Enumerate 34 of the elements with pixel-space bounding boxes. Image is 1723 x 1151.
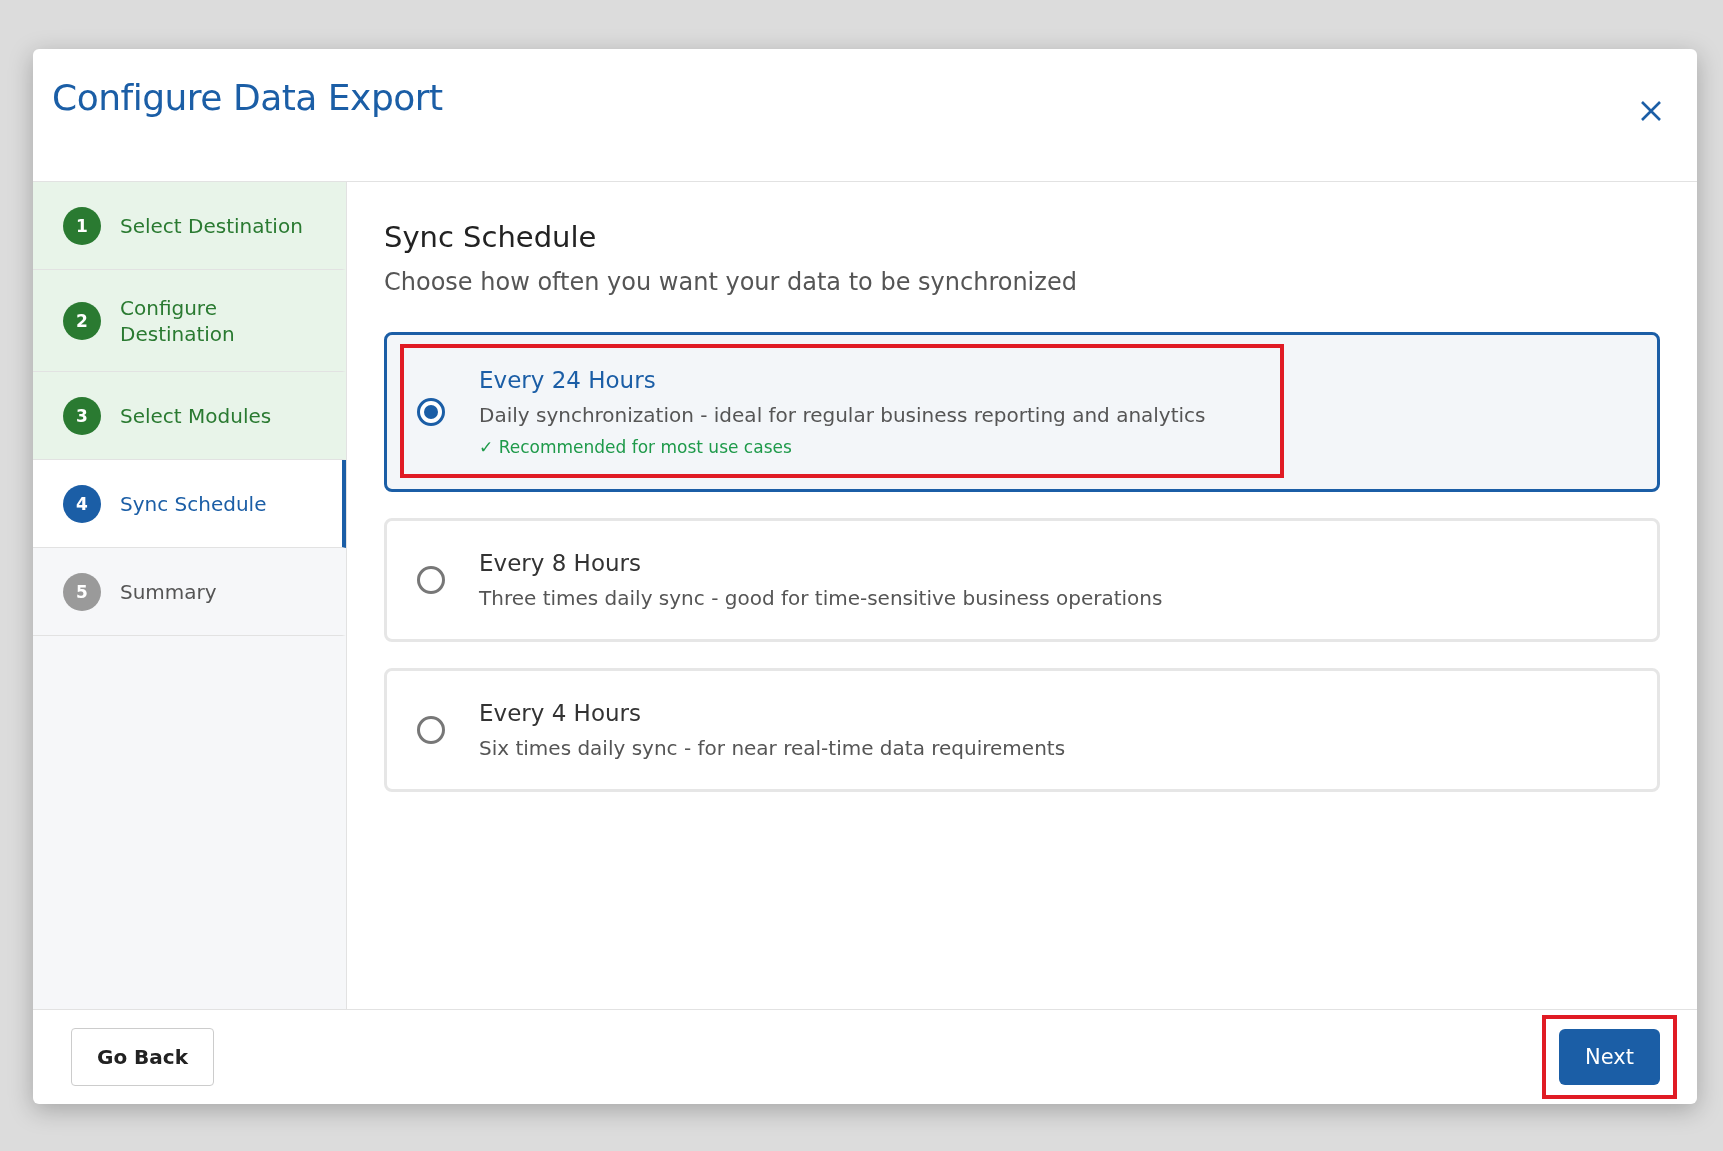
radio-button[interactable]: [417, 716, 445, 744]
radio-button[interactable]: [417, 398, 445, 426]
step-item[interactable]: 1 Select Destination: [33, 182, 346, 270]
option-note: ✓ Recommended for most use cases: [479, 437, 793, 457]
option-title: Every 24 Hours: [479, 367, 657, 393]
step-item[interactable]: 2 Configure Destination: [33, 270, 346, 372]
step-label: Summary: [120, 578, 217, 605]
next-button[interactable]: Next: [1559, 1029, 1660, 1085]
section-title: Sync Schedule: [384, 220, 598, 254]
step-number: 5: [63, 572, 101, 611]
schedule-option[interactable]: Every 8 Hours Three times daily sync - good for time-sensitive business operations: [384, 518, 1660, 642]
step-item[interactable]: 4 Sync Schedule: [33, 460, 346, 548]
step-item[interactable]: 3 Select Modules: [33, 372, 346, 460]
option-description: Three times daily sync - good for time-sensitive business operations: [479, 586, 1163, 610]
step-number: 4: [63, 484, 101, 523]
section-subtitle: Choose how often you want your data to be synchronized: [384, 268, 1078, 296]
go-back-button[interactable]: Go Back: [71, 1028, 214, 1086]
schedule-option[interactable]: Every 4 Hours Six times daily sync - for near real-time data requirements: [384, 668, 1660, 792]
dialog-title: Configure Data Export: [52, 77, 443, 118]
option-title: Every 4 Hours: [479, 700, 642, 726]
option-title: Every 8 Hours: [479, 550, 642, 576]
close-button[interactable]: [1639, 99, 1663, 123]
schedule-option[interactable]: Every 24 Hours Daily synchronization - ideal for regular business reporting and analytics ✓ Recommended for most use cases: [384, 332, 1660, 492]
step-label: Select Modules: [120, 402, 272, 429]
step-label: Configure Destination: [120, 294, 236, 347]
step-number: 1: [63, 206, 101, 245]
close-icon: [1639, 99, 1663, 123]
option-description: Six times daily sync - for near real-time data requirements: [479, 736, 1066, 760]
step-label: Select Destination: [120, 212, 303, 239]
option-description: Daily synchronization - ideal for regular business reporting and analytics: [479, 403, 1206, 427]
step-label: Sync Schedule: [120, 490, 267, 517]
step-number: 3: [63, 396, 101, 435]
step-number: 2: [63, 301, 101, 340]
radio-button[interactable]: [417, 566, 445, 594]
